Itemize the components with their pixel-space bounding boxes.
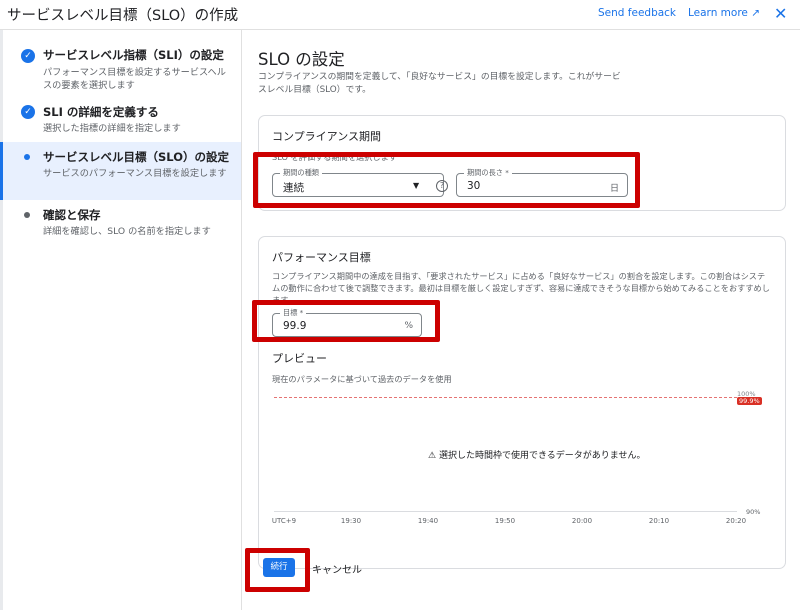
no-data-text: 選択した時間枠で使用できるデータがありません。 bbox=[438, 451, 646, 461]
close-icon[interactable]: ✕ bbox=[774, 4, 787, 23]
section-title: SLO の設定 bbox=[258, 50, 345, 69]
step-sli-settings[interactable]: ✓ サービスレベル指標（SLI）の設定 パフォーマンス目標を設定するサービスヘル… bbox=[0, 40, 241, 100]
goal-label: 目標 * bbox=[280, 308, 307, 318]
y-axis-min-label: 90% bbox=[746, 508, 761, 516]
dropdown-arrow-icon: ▼ bbox=[413, 181, 420, 190]
performance-title: パフォーマンス目標 bbox=[272, 251, 371, 264]
step-dot-icon bbox=[24, 154, 30, 160]
main-content: SLO の設定 コンプライアンスの期間を定義して、「良好なサービス」の目標を設定… bbox=[243, 30, 800, 610]
step-description: 詳細を確認し、SLO の名前を指定します bbox=[43, 226, 211, 237]
period-length-input[interactable]: 期間の長さ * 30 日 bbox=[456, 168, 628, 197]
external-link-icon: ↗ bbox=[751, 7, 761, 19]
period-type-select[interactable]: 期間の種類 連続 ▼ ? bbox=[272, 168, 448, 197]
x-tick-label: 20:10 bbox=[648, 517, 670, 525]
preview-chart: 100% 99.9% ⚠ 選択した時間枠で使用できるデータがありません。 90%… bbox=[272, 390, 762, 525]
period-length-value: 30 bbox=[467, 180, 481, 192]
step-slo-settings[interactable]: サービスレベル目標（SLO）の設定 サービスのパフォーマンス目標を設定します bbox=[0, 142, 241, 200]
top-bar: サービスレベル目標（SLO）の作成 Send feedback Learn mo… bbox=[0, 0, 800, 30]
continue-button[interactable]: 続行 bbox=[263, 558, 295, 577]
step-description: サービスのパフォーマンス目標を設定します bbox=[43, 168, 227, 179]
period-type-label: 期間の種類 bbox=[280, 168, 322, 178]
section-intro: コンプライアンスの期間を定義して、「良好なサービス」の目標を設定します。これがサ… bbox=[258, 72, 621, 95]
x-tick-label: 19:40 bbox=[417, 517, 439, 525]
step-title: SLI の詳細を定義する bbox=[43, 105, 159, 119]
performance-hint: コンプライアンス期間中の達成を目指す、「要求されたサービス」に占める「良好なサー… bbox=[272, 271, 770, 305]
period-length-unit: 日 bbox=[609, 184, 619, 194]
help-icon[interactable]: ? bbox=[436, 180, 448, 192]
compliance-subtitle: SLO を評価する期間を選択します bbox=[272, 152, 397, 162]
warning-icon: ⚠ bbox=[428, 451, 437, 461]
step-description: パフォーマンス目標を設定するサービスヘルスの要素を選択します bbox=[43, 67, 226, 91]
goal-value: 99.9 bbox=[283, 320, 307, 332]
step-review-save[interactable]: 確認と保存 詳細を確認し、SLO の名前を指定します bbox=[0, 202, 241, 242]
step-sli-details[interactable]: ✓ SLI の詳細を定義する 選択した指標の詳細を指定します bbox=[0, 100, 241, 140]
check-circle-icon: ✓ bbox=[21, 105, 35, 119]
target-line bbox=[274, 397, 737, 398]
goal-input[interactable]: 目標 * 99.9 % bbox=[272, 308, 422, 337]
step-dot-icon bbox=[24, 212, 30, 218]
check-circle-icon: ✓ bbox=[21, 49, 35, 63]
stepper-sidebar: ✓ サービスレベル指標（SLI）の設定 パフォーマンス目標を設定するサービスヘル… bbox=[0, 30, 242, 610]
x-tick-label: 19:50 bbox=[494, 517, 516, 525]
page-title: サービスレベル目標（SLO）の作成 bbox=[7, 8, 239, 24]
cancel-button[interactable]: キャンセル bbox=[312, 561, 362, 576]
step-title: 確認と保存 bbox=[43, 208, 101, 222]
preview-subtitle: 現在のパラメータに基づいて過去のデータを使用 bbox=[272, 374, 452, 384]
preview-title: プレビュー bbox=[272, 352, 327, 365]
x-axis-line bbox=[274, 511, 737, 512]
x-tick-label: UTC+9 bbox=[271, 517, 297, 525]
step-description: 選択した指標の詳細を指定します bbox=[43, 123, 181, 134]
send-feedback-link[interactable]: Send feedback bbox=[598, 7, 676, 19]
x-tick-label: 19:30 bbox=[340, 517, 362, 525]
period-length-label: 期間の長さ * bbox=[464, 168, 512, 178]
compliance-card: コンプライアンス期間 SLO を評価する期間を選択します 期間の種類 連続 ▼ … bbox=[258, 115, 786, 211]
x-tick-label: 20:20 bbox=[725, 517, 747, 525]
goal-unit: % bbox=[404, 321, 413, 331]
period-type-value: 連続 bbox=[283, 182, 304, 194]
target-badge: 99.9% bbox=[737, 397, 762, 405]
compliance-title: コンプライアンス期間 bbox=[272, 130, 382, 143]
step-title: サービスレベル目標（SLO）の設定 bbox=[43, 150, 229, 164]
learn-more-link[interactable]: Learn more ↗ bbox=[688, 7, 760, 19]
learn-more-label: Learn more bbox=[688, 7, 748, 19]
no-data-message: ⚠ 選択した時間枠で使用できるデータがありません。 bbox=[428, 448, 646, 461]
step-title: サービスレベル指標（SLI）の設定 bbox=[43, 48, 224, 62]
x-tick-label: 20:00 bbox=[571, 517, 593, 525]
